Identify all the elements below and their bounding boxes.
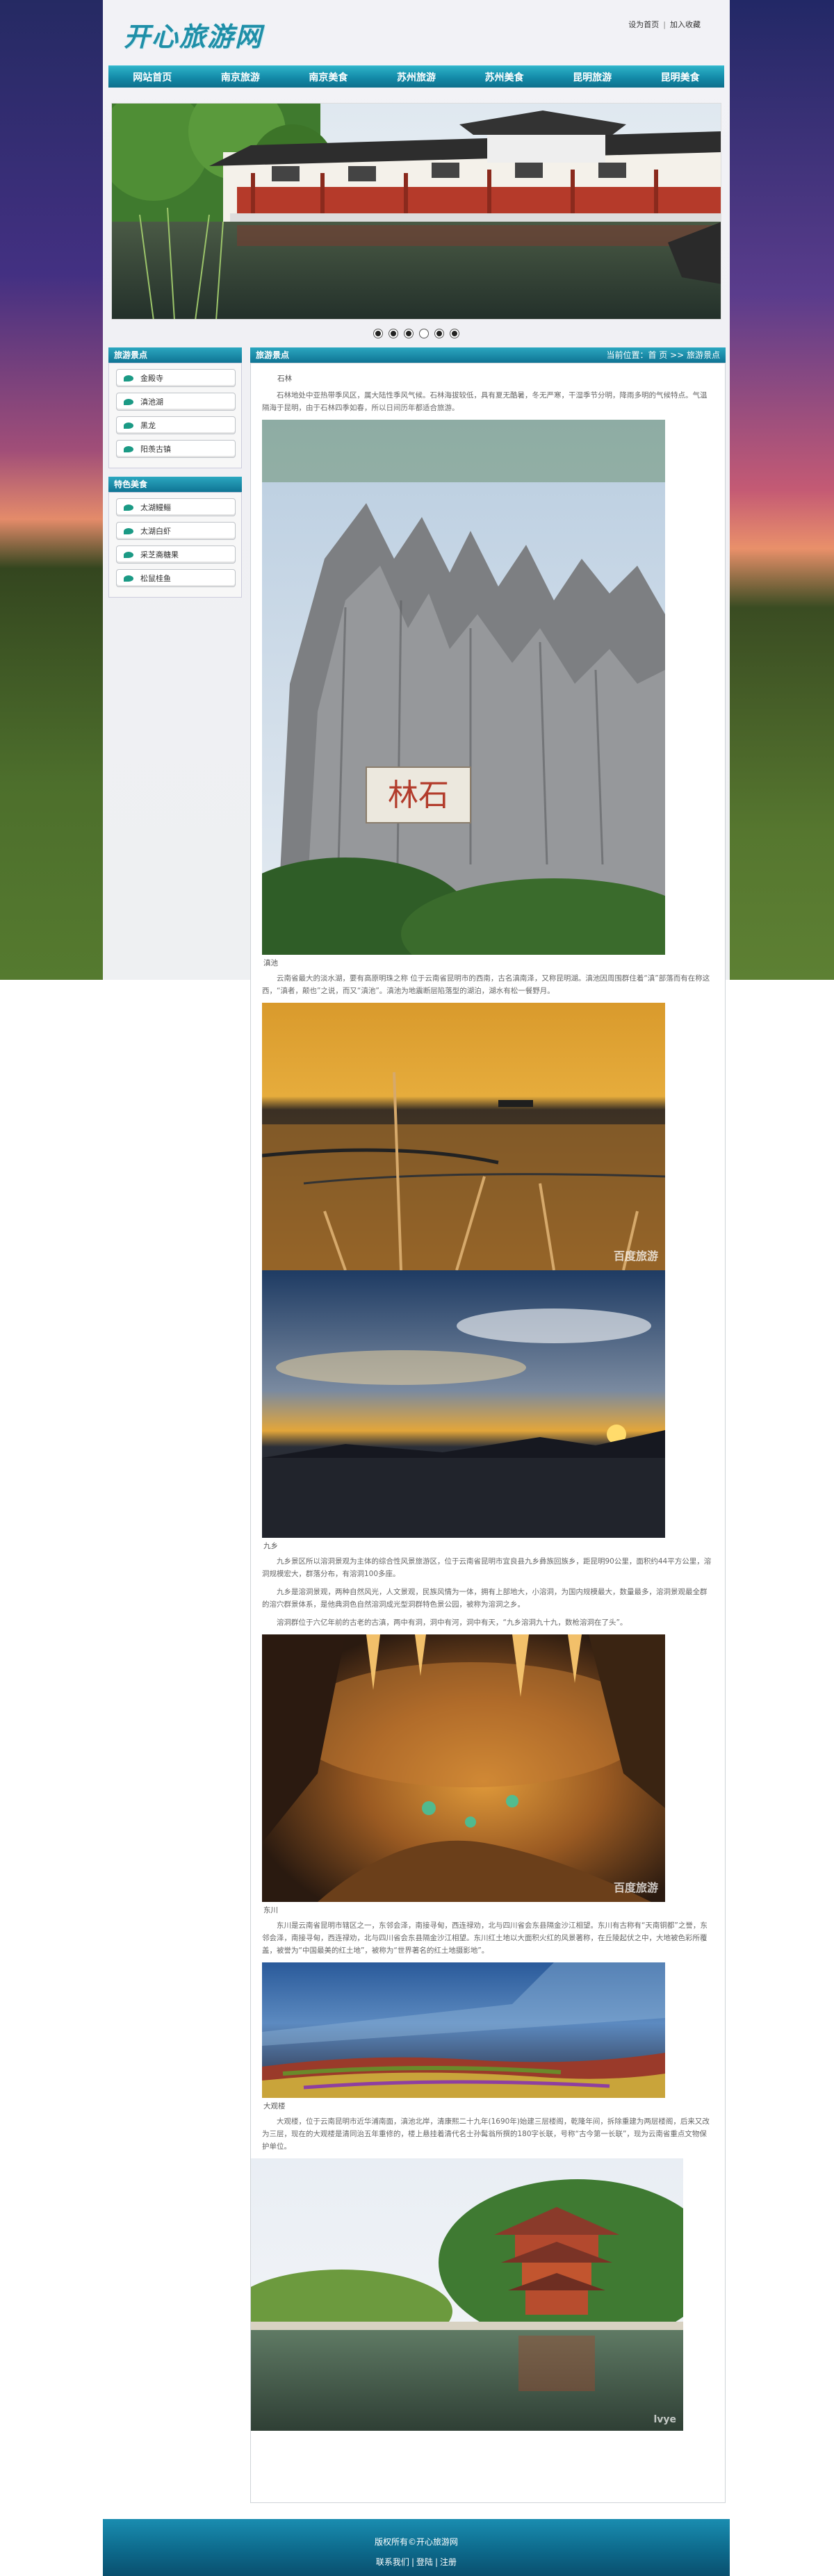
banner-dot-5[interactable] — [434, 329, 443, 338]
sidebar-item-eel[interactable]: 太湖鳗鲡 — [116, 498, 236, 516]
contact-link[interactable]: 联系我们 — [376, 2557, 409, 2567]
cave-photo: 百度旅游 — [262, 1634, 665, 1902]
copyright: 版权所有©开心旅游网 — [374, 2537, 458, 2547]
footer-links: 联系我们 | 登陆 | 注册 — [375, 2557, 457, 2567]
sidebar-item-candy[interactable]: 采芝斋糖果 — [116, 545, 236, 564]
dianchi-sunset-photo: 百度旅游 — [262, 1003, 665, 1270]
article: 石林 石林地处中亚热带季风区，属大陆性季风气候。石林海拔较低，具有夏无酷暑，冬无… — [250, 363, 726, 2503]
leaf-icon — [124, 398, 133, 405]
leaf-icon — [124, 375, 133, 382]
register-link[interactable]: 注册 — [440, 2557, 457, 2567]
sidebar-food-box: 太湖鳗鲡 太湖白虾 采芝斋糖果 松鼠桂鱼 — [108, 492, 242, 598]
baidu-watermark-2: 百度旅游 — [614, 1881, 658, 1894]
caption-daguan: 大观楼 — [263, 2102, 286, 2110]
sidebar-scenic-title: 旅游景点 — [108, 347, 242, 363]
main-header: 旅游景点 当前位置：首 页 >> 旅游景点 — [250, 347, 726, 363]
sidebar-item-jindian[interactable]: 金殿寺 — [116, 369, 236, 387]
pavilion-photo — [112, 104, 721, 319]
article-heading: 石林 — [277, 375, 292, 383]
jiuxiang-sunset-image — [262, 1270, 665, 1538]
daguan-tower-photo: lvye — [251, 2158, 683, 2431]
leaf-icon — [124, 445, 133, 452]
red-earth-image — [262, 1962, 665, 2098]
sidebar: 旅游景点 金殿寺 滇池湖 黑龙 阳羡古镇 特色美食 太湖鳗鲡 太湖白虾 采芝斋糖… — [108, 347, 242, 606]
sidebar-item-shrimp[interactable]: 太湖白虾 — [116, 522, 236, 540]
banner-dot-1[interactable] — [374, 329, 383, 338]
daguan-tower-image: lvye — [251, 2158, 683, 2431]
caption-dongchuan: 东川 — [263, 1906, 278, 1914]
sky-background-left — [0, 0, 103, 980]
breadcrumb[interactable]: 当前位置：首 页 >> 旅游景点 — [606, 347, 720, 363]
nav-nanjing-food[interactable]: 南京美食 — [302, 70, 354, 84]
leaf-icon — [124, 527, 133, 534]
add-favorite-link[interactable]: 加入收藏 — [670, 20, 701, 29]
leaf-icon — [124, 575, 133, 582]
nav-kunming-travel[interactable]: 昆明旅游 — [566, 70, 619, 84]
sidebar-scenic-box: 金殿寺 滇池湖 黑龙 阳羡古镇 — [108, 363, 242, 468]
daguan-paragraph: 大观楼，位于云南昆明市近华浦南面，滇池北岸，清康熙二十九年(1690年)始建三层… — [262, 2117, 710, 2151]
watermark-3: lvye — [653, 2414, 676, 2425]
caption-jiuxiang: 九乡 — [263, 1542, 278, 1550]
stone-forest-image: 林石 — [262, 420, 665, 955]
leaf-icon — [124, 422, 133, 429]
main-nav: 网站首页 南京旅游 南京美食 苏州旅游 苏州美食 昆明旅游 昆明美食 — [108, 65, 724, 88]
jiuxiang-paragraph-2: 九乡是溶洞景观，两种自然风光，人文景观，民族风情为一体，拥有上部地大，小溶洞，为… — [262, 1588, 708, 1609]
nav-suzhou-travel[interactable]: 苏州旅游 — [390, 70, 443, 84]
banner-dot-2[interactable] — [389, 329, 398, 338]
jiuxiang-paragraph-3: 溶洞群位于六亿年前的古老的古滇，两中有洞，洞中有河，洞中有天，“九乡溶洞九十九，… — [277, 1618, 628, 1627]
leaf-icon — [124, 551, 133, 558]
nav-home[interactable]: 网站首页 — [126, 70, 179, 84]
cave-image: 百度旅游 — [262, 1634, 665, 1902]
sidebar-item-fish[interactable]: 松鼠桂鱼 — [116, 569, 236, 587]
banner-pager — [103, 329, 730, 340]
banner-dot-6[interactable] — [450, 329, 459, 338]
jiuxiang-paragraph-1: 九乡景区所以溶洞景观为主体的综合性风景旅游区，位于云南省昆明市宜良县九乡彝族回族… — [262, 1557, 712, 1578]
sky-background-right — [730, 0, 834, 980]
caption-dianchi: 滇池 — [263, 959, 278, 967]
intro-paragraph: 石林地处中亚热带季风区，属大陆性季风气候。石林海拔较低，具有夏无酷暑，冬无严寒，… — [262, 391, 708, 412]
jiuxiang-sunset-photo — [262, 1270, 665, 1538]
dianchi-paragraph: 云南省最大的淡水湖，要有高原明珠之称 位于云南省昆明市的西南，古名滇南泽，又称昆… — [262, 974, 710, 995]
login-link[interactable]: 登陆 — [416, 2557, 433, 2567]
sidebar-item-dianchi[interactable]: 滇池湖 — [116, 393, 236, 411]
site-logo[interactable]: 开心旅游网 — [124, 15, 277, 57]
main-title: 旅游景点 — [256, 350, 290, 360]
dianchi-sunset-image: 百度旅游 — [262, 1003, 665, 1270]
stone-forest-photo: 林石 — [262, 420, 665, 955]
nav-nanjing-travel[interactable]: 南京旅游 — [214, 70, 267, 84]
banner-dot-4[interactable] — [419, 329, 428, 338]
page-container: 开心旅游网 设为首页 | 加入收藏 网站首页 南京旅游 南京美食 苏州旅游 苏州美食… — [103, 0, 730, 2576]
set-homepage-link[interactable]: 设为首页 — [628, 20, 659, 29]
footer: 版权所有©开心旅游网 联系我们 | 登陆 | 注册 — [103, 2519, 730, 2576]
sidebar-item-heilong[interactable]: 黑龙 — [116, 416, 236, 434]
leaf-icon — [124, 504, 133, 511]
dongchuan-paragraph: 东川是云南省昆明市辖区之一，东邻会泽，南接寻甸，西连禄劝，北与四川省会东县隔金沙… — [262, 1921, 708, 1955]
sidebar-food-title: 特色美食 — [108, 477, 242, 492]
main-content: 旅游景点 当前位置：首 页 >> 旅游景点 石林 石林地处中亚热带季风区，属大陆… — [250, 347, 726, 2503]
baidu-watermark-1: 百度旅游 — [614, 1249, 658, 1263]
stone-inscription: 林石 — [388, 778, 449, 813]
nav-suzhou-food[interactable]: 苏州美食 — [478, 70, 531, 84]
red-earth-photo — [262, 1962, 665, 2098]
sidebar-item-yangxian[interactable]: 阳羡古镇 — [116, 440, 236, 458]
banner-dot-3[interactable] — [404, 329, 414, 338]
top-links: 设为首页 | 加入收藏 — [628, 20, 701, 29]
banner-image[interactable] — [111, 103, 721, 320]
nav-kunming-food[interactable]: 昆明美食 — [654, 70, 707, 84]
